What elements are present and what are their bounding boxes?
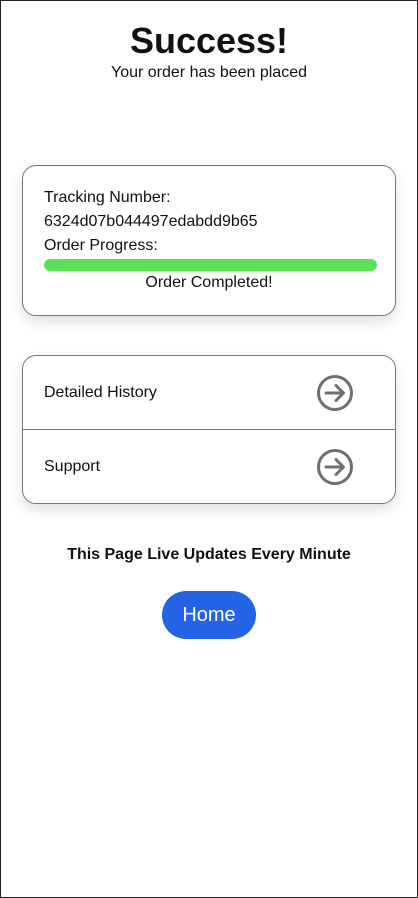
order-progress-fill — [44, 259, 377, 271]
support-link[interactable]: Support — [23, 430, 395, 503]
order-progress-bar — [44, 259, 377, 271]
page-title: Success! — [129, 20, 289, 61]
order-progress-label: Order Progress: — [44, 237, 158, 254]
tracking-number-label: Tracking Number: — [44, 189, 171, 206]
support-label: Support — [44, 457, 101, 475]
live-update-notice: This Page Live Updates Every Minute — [67, 546, 351, 563]
tracking-number-value: 6324d07b044497edabdd9b65 — [44, 213, 258, 230]
detailed-history-link[interactable]: Detailed History — [23, 356, 395, 430]
tracking-card: Tracking Number: 6324d07b044497edabdd9b6… — [22, 165, 396, 316]
home-button[interactable]: Home — [162, 591, 256, 639]
order-success-page: Success! Your order has been placed Trac… — [0, 0, 418, 898]
arrow-right-circle-icon[interactable] — [316, 448, 354, 486]
arrow-right-circle-icon[interactable] — [316, 374, 354, 412]
detailed-history-label: Detailed History — [44, 383, 157, 401]
page-subtitle: Your order has been placed — [111, 64, 307, 81]
order-status-text: Order Completed! — [145, 274, 273, 291]
links-card: Detailed History Support — [22, 355, 396, 504]
